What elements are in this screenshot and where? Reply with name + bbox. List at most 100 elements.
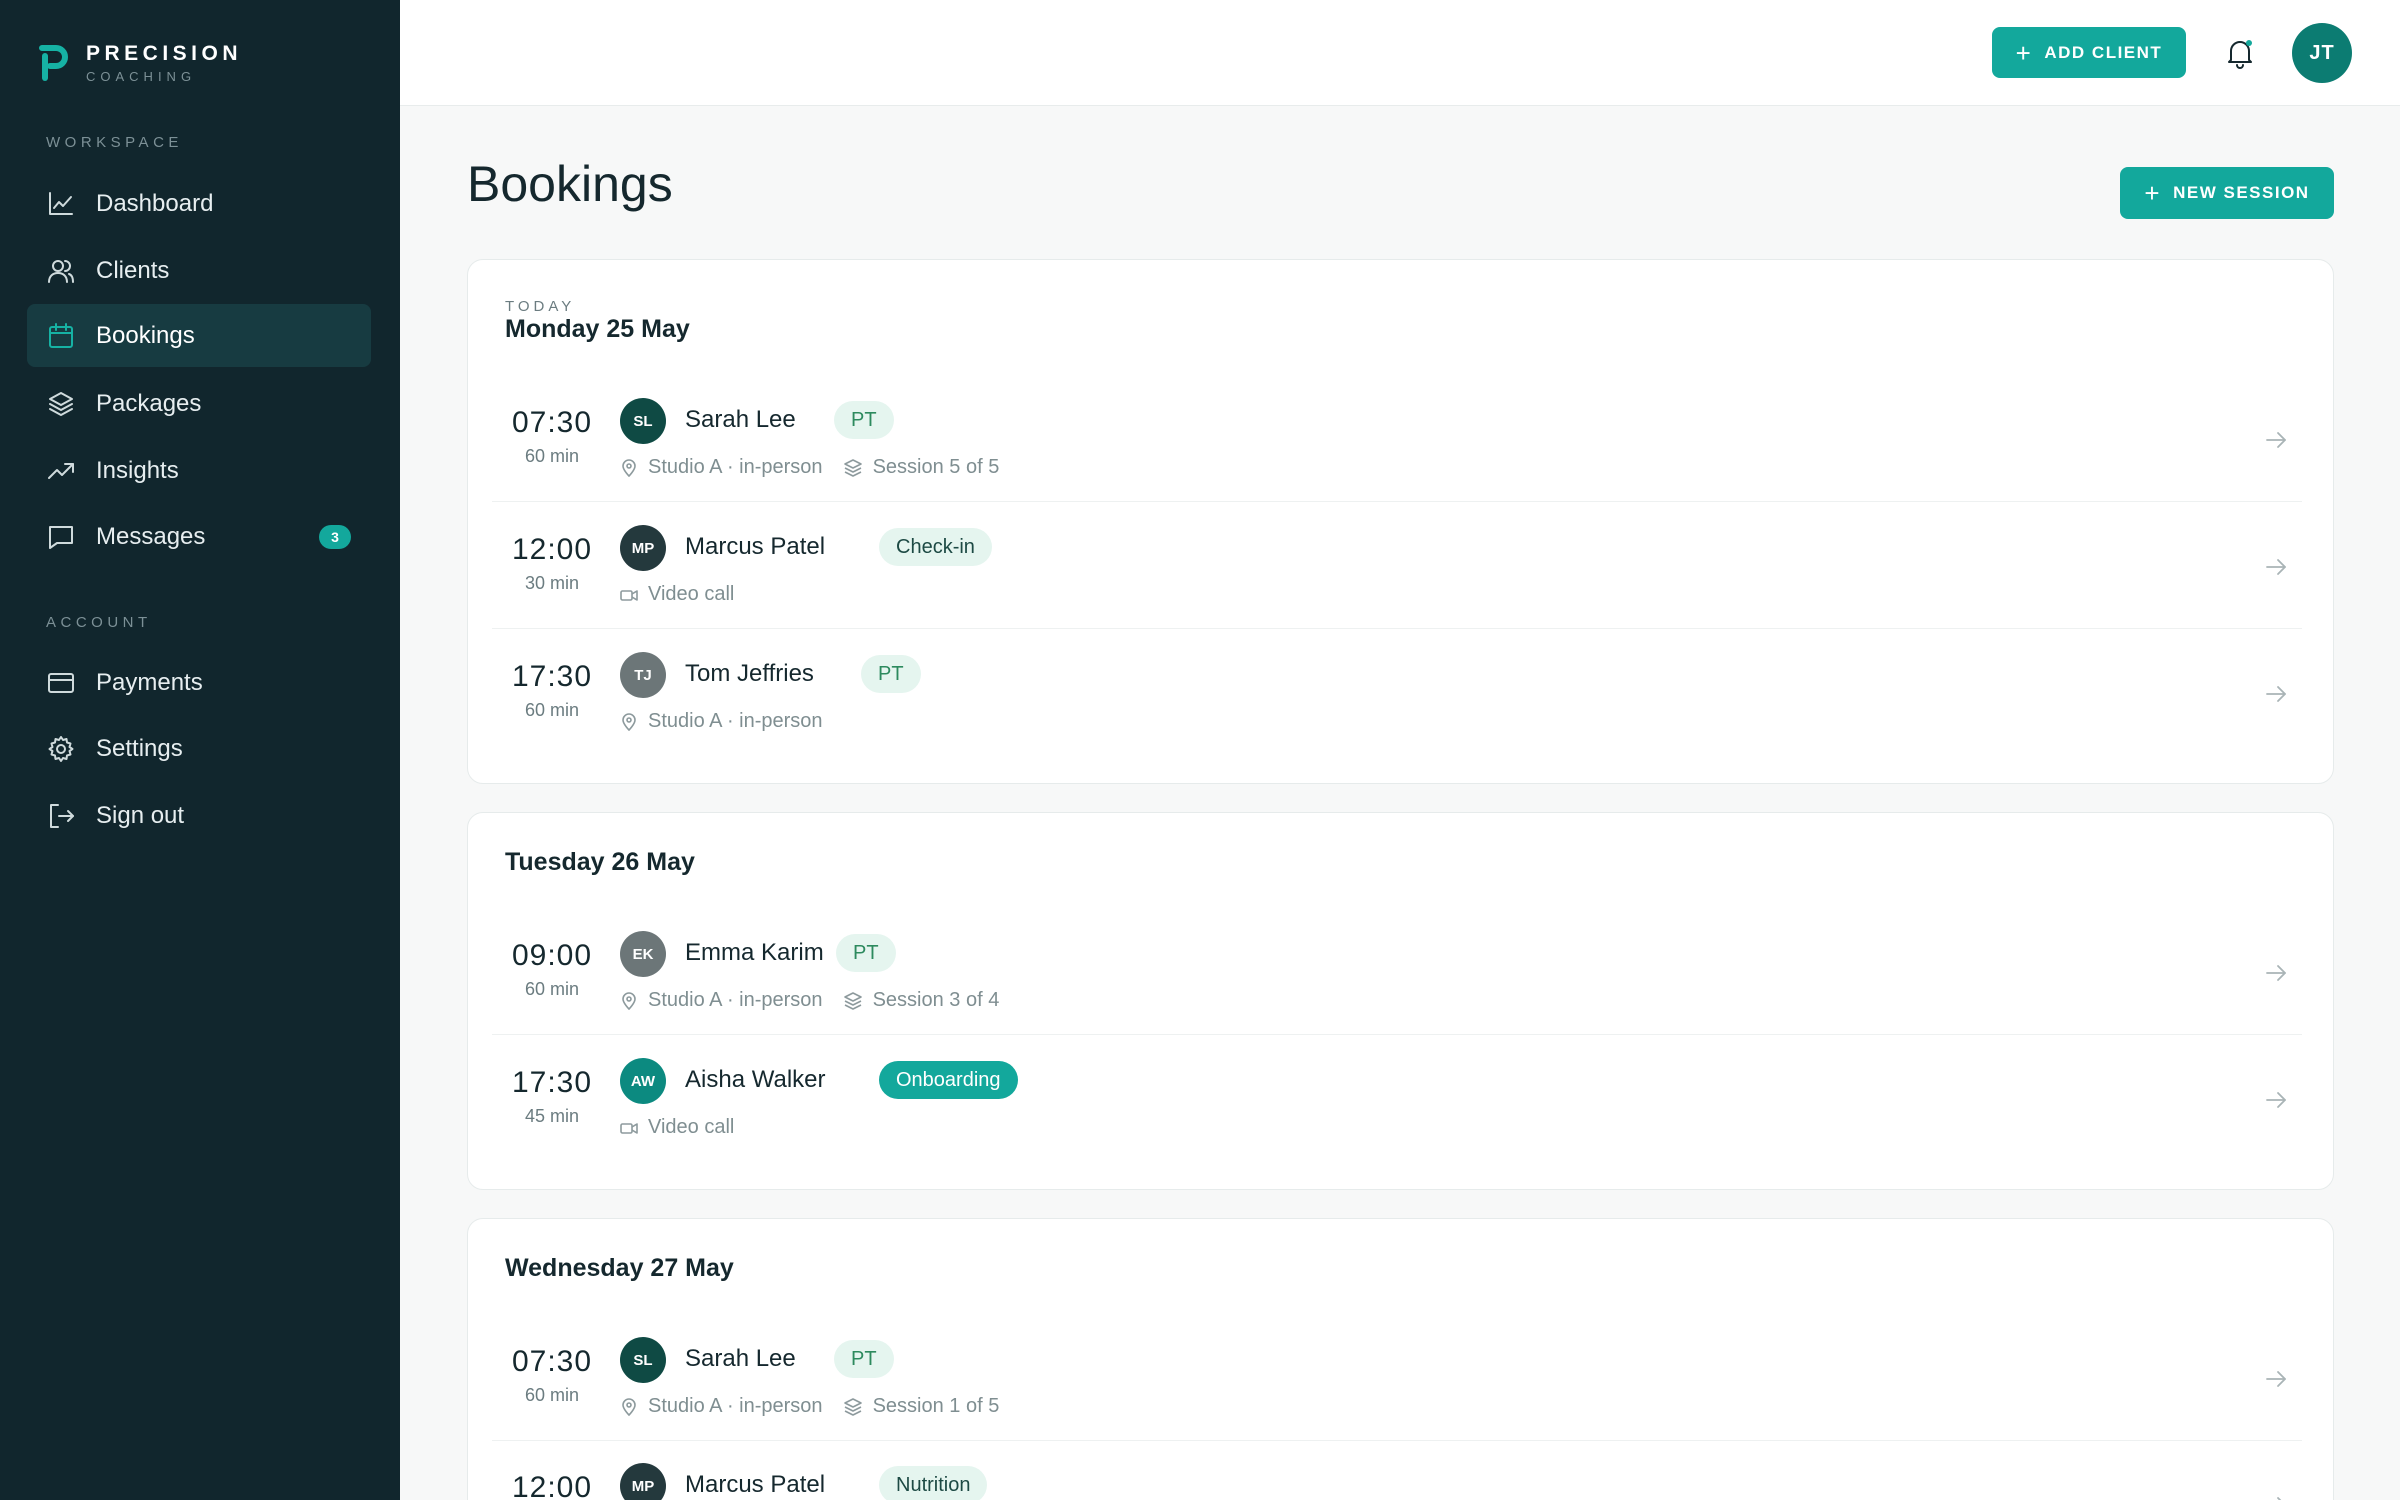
- arrow-right-icon[interactable]: [2264, 961, 2288, 985]
- session-duration: 60 min: [524, 700, 580, 720]
- sidebar-item-label: Packages: [96, 389, 202, 417]
- session-meta: Studio A · in-person Session 1 of 5: [620, 1395, 999, 1418]
- client-name: Tom Jeffries: [685, 660, 814, 687]
- credit-card-icon: [48, 673, 74, 693]
- day-title: Tuesday 26 May: [505, 848, 695, 876]
- session-type-tag: PT: [834, 401, 894, 439]
- notification-bell-icon[interactable]: [2223, 36, 2257, 70]
- add-client-button[interactable]: + ADD CLIENT: [1992, 27, 2186, 78]
- logo-mark-icon: [39, 45, 68, 81]
- brand-logo[interactable]: PRECISION COACHING: [38, 42, 242, 85]
- gear-icon: [48, 736, 74, 762]
- client-name: Marcus Patel: [685, 533, 826, 560]
- sidebar-item-payments[interactable]: Payments: [27, 651, 371, 714]
- client-name: Emma Karim: [685, 939, 824, 966]
- session-row[interactable]: 12:00 30 min MP Marcus Patel Check-in Vi…: [492, 503, 2302, 629]
- session-row[interactable]: 07:30 60 min SL Sarah Lee PT Studio A · …: [492, 1315, 2302, 1441]
- client-avatar: MP: [620, 1463, 666, 1500]
- session-row[interactable]: 12:00 MP Marcus Patel Nutrition: [492, 1441, 2302, 1500]
- trending-up-icon: [48, 463, 74, 479]
- session-package: Session 1 of 5: [872, 1395, 1000, 1417]
- session-duration: 30 min: [524, 573, 580, 593]
- sidebar-item-messages[interactable]: Messages 3: [27, 505, 371, 568]
- sidebar: PRECISION COACHING WORKSPACE Dashboard C…: [0, 0, 400, 1500]
- session-time: 07:30: [511, 1345, 593, 1378]
- arrow-right-icon[interactable]: [2264, 1493, 2288, 1500]
- session-time: 17:30: [511, 1066, 593, 1099]
- sidebar-item-packages[interactable]: Packages: [27, 372, 371, 435]
- add-client-label: ADD CLIENT: [2044, 42, 2163, 62]
- session-package: Session 3 of 4: [872, 989, 1000, 1011]
- arrow-right-icon[interactable]: [2264, 555, 2288, 579]
- session-time: 12:00: [511, 1471, 593, 1500]
- session-meta: Studio A · in-person Session 5 of 5: [620, 456, 999, 479]
- section-label-account: ACCOUNT: [46, 614, 152, 631]
- sign-out-icon: [50, 804, 74, 828]
- location-pin-icon: [622, 712, 636, 731]
- session-row[interactable]: 09:00 60 min EK Emma Karim PT Studio A ·…: [492, 909, 2302, 1035]
- new-session-button[interactable]: + NEW SESSION: [2120, 167, 2334, 219]
- user-avatar[interactable]: JT: [2292, 23, 2352, 83]
- brand-subtitle: COACHING: [86, 69, 197, 84]
- session-time: 07:30: [511, 406, 593, 439]
- session-location: Studio A · in-person: [648, 989, 823, 1011]
- sidebar-item-label: Clients: [96, 256, 170, 284]
- new-session-label: NEW SESSION: [2173, 183, 2310, 202]
- session-meta: Studio A · in-person Session 3 of 4: [620, 989, 999, 1012]
- sidebar-item-settings[interactable]: Settings: [27, 717, 371, 780]
- arrow-right-icon[interactable]: [2264, 1367, 2288, 1391]
- brand-title: PRECISION: [86, 42, 243, 65]
- session-duration: 45 min: [524, 1106, 580, 1126]
- session-row[interactable]: 17:30 45 min AW Aisha Walker Onboarding …: [492, 1036, 2302, 1162]
- day-title: Wednesday 27 May: [505, 1254, 734, 1282]
- plus-icon: +: [2015, 37, 2033, 68]
- session-type-tag: PT: [836, 934, 896, 972]
- location-pin-icon: [622, 991, 636, 1010]
- unread-count-badge: 3: [319, 525, 351, 549]
- session-type-tag: Onboarding: [879, 1061, 1018, 1099]
- session-location: Video call: [648, 583, 735, 605]
- users-icon: [48, 260, 74, 283]
- sidebar-item-dashboard[interactable]: Dashboard: [27, 172, 371, 235]
- session-duration: 60 min: [524, 979, 580, 999]
- sidebar-item-label: Insights: [96, 456, 179, 484]
- sidebar-item-label: Messages: [96, 522, 206, 550]
- session-type-tag: Nutrition: [879, 1466, 988, 1500]
- sidebar-item-label: Payments: [96, 668, 203, 696]
- calendar-icon: [49, 323, 73, 348]
- sidebar-item-clients[interactable]: Clients: [27, 239, 371, 302]
- sidebar-item-insights[interactable]: Insights: [27, 439, 371, 502]
- top-bar: + ADD CLIENT JT: [400, 0, 2400, 106]
- chart-line-icon: [49, 192, 73, 215]
- session-location: Studio A · in-person: [648, 456, 823, 478]
- arrow-right-icon[interactable]: [2264, 682, 2288, 706]
- arrow-right-icon[interactable]: [2264, 428, 2288, 452]
- video-camera-icon: [620, 589, 638, 601]
- day-title: Monday 25 May: [505, 315, 690, 343]
- session-row[interactable]: 17:30 60 min TJ Tom Jeffries PT Studio A…: [492, 630, 2302, 756]
- sidebar-item-bookings[interactable]: Bookings: [27, 304, 371, 367]
- session-duration: 60 min: [524, 1385, 580, 1405]
- client-avatar: SL: [620, 398, 666, 444]
- session-type-tag: PT: [861, 655, 921, 693]
- arrow-right-icon[interactable]: [2264, 1088, 2288, 1112]
- sidebar-item-label: Bookings: [96, 321, 195, 349]
- session-type-tag: PT: [834, 1340, 894, 1378]
- sidebar-item-sign-out[interactable]: Sign out: [27, 784, 371, 847]
- page-title: Bookings: [467, 156, 673, 212]
- client-name: Marcus Patel: [685, 1471, 826, 1498]
- client-name: Sarah Lee: [685, 406, 796, 433]
- section-label-workspace: WORKSPACE: [46, 134, 183, 151]
- client-avatar: SL: [620, 1337, 666, 1383]
- client-name: Aisha Walker: [685, 1066, 826, 1093]
- session-time: 12:00: [511, 533, 593, 566]
- session-location: Studio A · in-person: [648, 710, 823, 732]
- session-time: 09:00: [511, 939, 593, 972]
- client-name: Sarah Lee: [685, 1345, 796, 1372]
- day-card-monday: TODAY Monday 25 May 07:30 60 min SL Sara…: [467, 259, 2334, 784]
- session-time: 17:30: [511, 660, 593, 693]
- sidebar-item-label: Settings: [96, 734, 183, 762]
- client-avatar: MP: [620, 525, 666, 571]
- day-card-wednesday: Wednesday 27 May 07:30 60 min SL Sarah L…: [467, 1218, 2334, 1500]
- session-row[interactable]: 07:30 60 min SL Sarah Lee PT Studio A · …: [492, 376, 2302, 502]
